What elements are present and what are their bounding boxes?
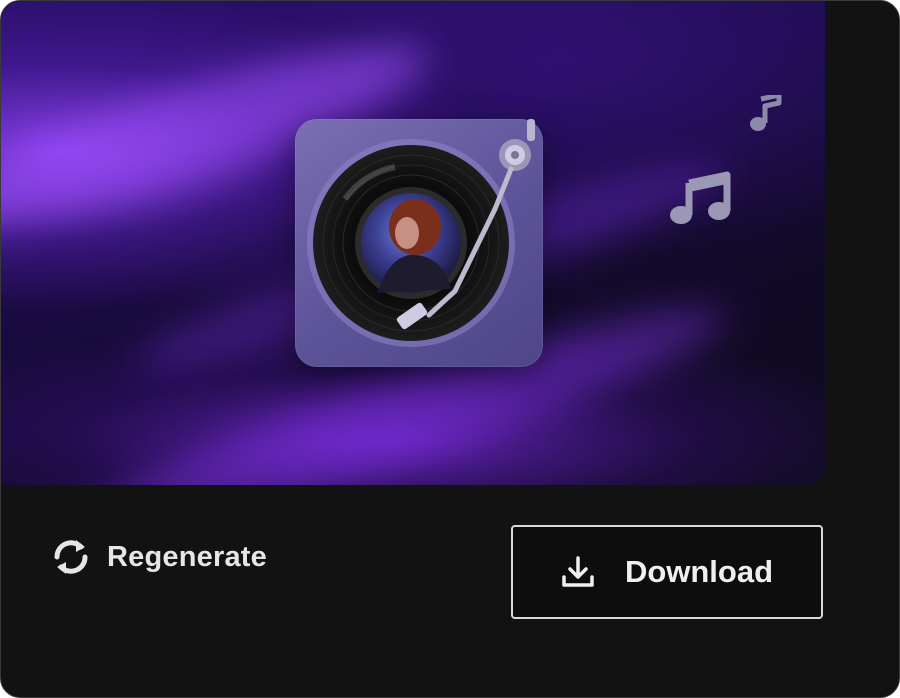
- download-icon: [562, 556, 594, 587]
- regenerate-label: Regenerate: [107, 540, 267, 573]
- music-notes-icon: [670, 171, 731, 224]
- refresh-icon: [54, 540, 88, 574]
- music-note-small-icon: [750, 95, 782, 131]
- download-button[interactable]: Download: [511, 525, 823, 619]
- download-label: Download: [624, 554, 774, 589]
- hero-artwork: [1, 1, 825, 485]
- vinyl-record-icon: [295, 119, 543, 367]
- generation-card: Regenerate Download: [0, 0, 900, 698]
- regenerate-button[interactable]: Regenerate: [49, 534, 267, 580]
